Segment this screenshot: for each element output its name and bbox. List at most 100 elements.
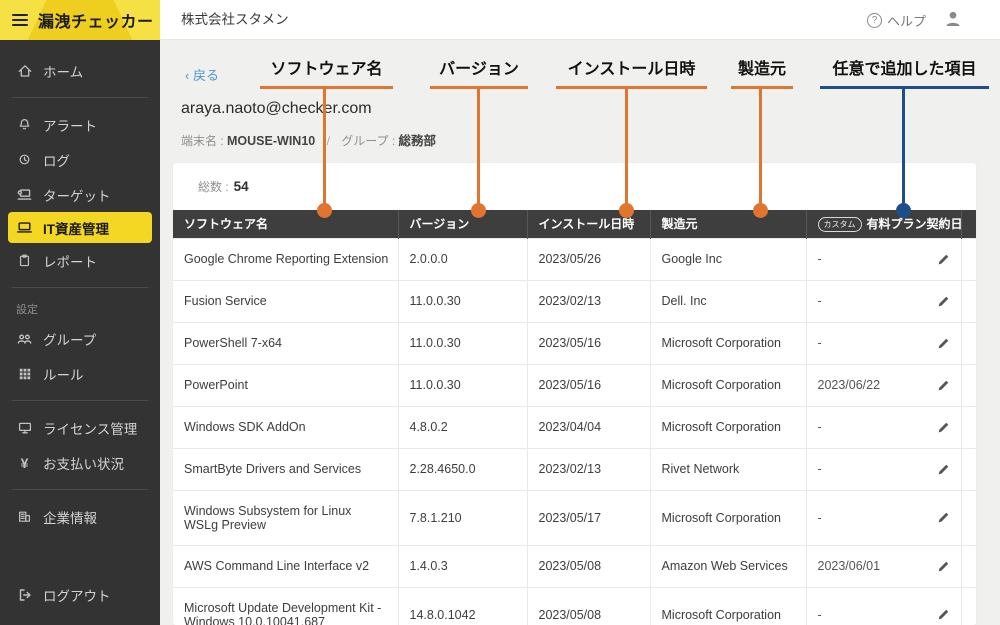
version-cell: 11.0.0.30 xyxy=(397,363,527,406)
group-value: 総務部 xyxy=(398,134,437,148)
help-button[interactable]: ? ヘルプ xyxy=(866,0,926,40)
stub-cell xyxy=(960,447,976,490)
maker-cell: Microsoft Corporation xyxy=(649,405,806,448)
history-icon xyxy=(16,151,33,168)
user-email: araya.naoto@checker.com xyxy=(181,100,372,117)
sidebar-item-logout[interactable]: ログアウト xyxy=(0,577,160,612)
edit-pencil-icon[interactable] xyxy=(936,378,951,393)
sidebar-item-license[interactable]: ライセンス管理 xyxy=(0,410,160,445)
software-name-cell: SmartByte Drivers and Services xyxy=(173,447,398,490)
maker-cell: Google Inc xyxy=(649,237,806,280)
install-date-cell: 2023/05/16 xyxy=(526,321,650,364)
table-row[interactable]: Microsoft Update Development Kit - Window… xyxy=(173,586,976,625)
custom-badge: カスタム xyxy=(817,217,862,233)
edit-pencil-icon[interactable] xyxy=(936,607,951,622)
column-header-stub xyxy=(960,210,976,238)
install-date-cell: 2023/02/13 xyxy=(526,447,650,490)
question-circle-icon: ? xyxy=(866,12,882,28)
software-name-cell: PowerShell 7-x64 xyxy=(173,321,398,364)
callout-underline xyxy=(430,86,528,89)
edit-pencil-icon[interactable] xyxy=(936,294,951,309)
install-date-cell: 2023/02/13 xyxy=(526,279,650,322)
sidebar-item-it-assets[interactable]: IT資産管理 xyxy=(8,212,152,243)
logout-icon xyxy=(16,586,33,603)
sidebar-item-home[interactable]: ホーム xyxy=(0,53,160,88)
yen-icon: ¥ xyxy=(20,454,29,471)
stub-cell xyxy=(960,489,976,545)
sidebar-section-label: 設定 xyxy=(16,304,38,316)
sidebar-item-report[interactable]: レポート xyxy=(0,243,160,278)
callout-underline xyxy=(731,86,793,89)
table-row[interactable]: Google Chrome Reporting Extension 2.0.0.… xyxy=(173,237,976,280)
sidebar-divider xyxy=(12,287,148,288)
device-value: MOUSE-WIN10 xyxy=(227,134,316,148)
sidebar-item-alert[interactable]: アラート xyxy=(0,107,160,142)
separator: / xyxy=(326,134,330,148)
install-date-cell: 2023/05/26 xyxy=(526,237,650,280)
device-label: 端末名 : xyxy=(181,134,224,148)
callout-label: 製造元 xyxy=(737,61,787,78)
edit-pencil-icon[interactable] xyxy=(936,336,951,351)
company-name: 株式会社スタメン xyxy=(181,12,289,27)
maker-cell: Dell. Inc xyxy=(649,279,806,322)
table-row[interactable]: Windows SDK AddOn 4.8.0.2 2023/04/04 Mic… xyxy=(173,405,976,448)
sidebar: ホームアラート ログ ターゲット IT資産管理 レポート設定グループ ルールライセンス管理… xyxy=(0,40,160,625)
column-header-software-name: ソフトウェア名 xyxy=(173,210,398,238)
version-cell: 2.0.0.0 xyxy=(397,237,527,280)
contract-date-cell: - xyxy=(805,321,961,364)
version-cell: 1.4.0.3 xyxy=(397,544,527,587)
back-link[interactable]: ‹ 戻る xyxy=(185,65,219,84)
contract-date-cell: 2023/06/01 xyxy=(805,544,961,587)
sidebar-divider xyxy=(12,400,148,401)
table-row[interactable]: Fusion Service 11.0.0.30 2023/02/13 Dell… xyxy=(173,279,976,322)
edit-pencil-icon[interactable] xyxy=(936,252,951,267)
edit-pencil-icon[interactable] xyxy=(936,462,951,477)
building-icon xyxy=(16,508,33,525)
sidebar-item-log[interactable]: ログ xyxy=(0,142,160,177)
callout-underline xyxy=(556,86,707,89)
hamburger-menu-icon[interactable] xyxy=(12,14,28,26)
total-count: 総数 :54 xyxy=(198,179,249,194)
table-row[interactable]: PowerPoint 11.0.0.30 2023/05/16 Microsof… xyxy=(173,363,976,406)
table-row[interactable]: SmartByte Drivers and Services 2.28.4650… xyxy=(173,447,976,490)
edit-pencil-icon[interactable] xyxy=(936,559,951,574)
maker-cell: Microsoft Corporation xyxy=(649,586,806,625)
user-account-icon[interactable] xyxy=(943,9,963,34)
version-cell: 11.0.0.30 xyxy=(397,321,527,364)
software-name-cell: Windows Subsystem for Linux WSLg Preview xyxy=(173,489,398,545)
table-row[interactable]: AWS Command Line Interface v2 1.4.0.3 20… xyxy=(173,544,976,587)
maker-cell: Microsoft Corporation xyxy=(649,321,806,364)
sidebar-item-target[interactable]: ターゲット xyxy=(0,177,160,212)
table-body: Google Chrome Reporting Extension 2.0.0.… xyxy=(173,237,976,625)
app-logo: 漏洩チェッカー xyxy=(0,0,160,40)
bell-icon xyxy=(16,116,33,133)
table-header-row: ソフトウェア名 バージョン インストール日時 製造元 カスタム 有料プラン契約日 xyxy=(173,210,976,238)
sidebar-divider xyxy=(12,489,148,490)
install-date-cell: 2023/04/04 xyxy=(526,405,650,448)
contract-date-cell: - xyxy=(805,279,961,322)
stub-cell xyxy=(960,237,976,280)
software-table: ソフトウェア名 バージョン インストール日時 製造元 カスタム 有料プラン契約日 … xyxy=(173,210,976,625)
install-date-cell: 2023/05/17 xyxy=(526,489,650,545)
sidebar-item-rule[interactable]: ルール xyxy=(0,356,160,391)
sidebar-nav: ホームアラート ログ ターゲット IT資産管理 レポート設定グループ ルールライセンス管理… xyxy=(0,53,160,534)
stub-cell xyxy=(960,586,976,625)
software-name-cell: Microsoft Update Development Kit - Window… xyxy=(173,586,398,625)
clipboard-icon xyxy=(16,252,33,269)
device-info-line: 端末名 : MOUSE-WIN10 / グループ : 総務部 xyxy=(181,130,436,149)
software-name-cell: PowerPoint xyxy=(173,363,398,406)
sidebar-item-payment[interactable]: ¥ お支払い状況 xyxy=(0,445,160,480)
edit-pencil-icon[interactable] xyxy=(936,420,951,435)
laptop-icon xyxy=(16,219,33,236)
sidebar-item-company-info[interactable]: 企業情報 xyxy=(0,499,160,534)
version-cell: 14.8.0.1042 xyxy=(397,586,527,625)
stub-cell xyxy=(960,405,976,448)
sidebar-item-group[interactable]: グループ xyxy=(0,321,160,356)
stub-cell xyxy=(960,279,976,322)
edit-pencil-icon[interactable] xyxy=(936,510,951,525)
contract-date-cell: - xyxy=(805,586,961,625)
maker-cell: Microsoft Corporation xyxy=(649,489,806,545)
table-row[interactable]: PowerShell 7-x64 11.0.0.30 2023/05/16 Mi… xyxy=(173,321,976,364)
monitor-icon xyxy=(16,419,33,436)
table-row[interactable]: Windows Subsystem for Linux WSLg Preview … xyxy=(173,489,976,545)
